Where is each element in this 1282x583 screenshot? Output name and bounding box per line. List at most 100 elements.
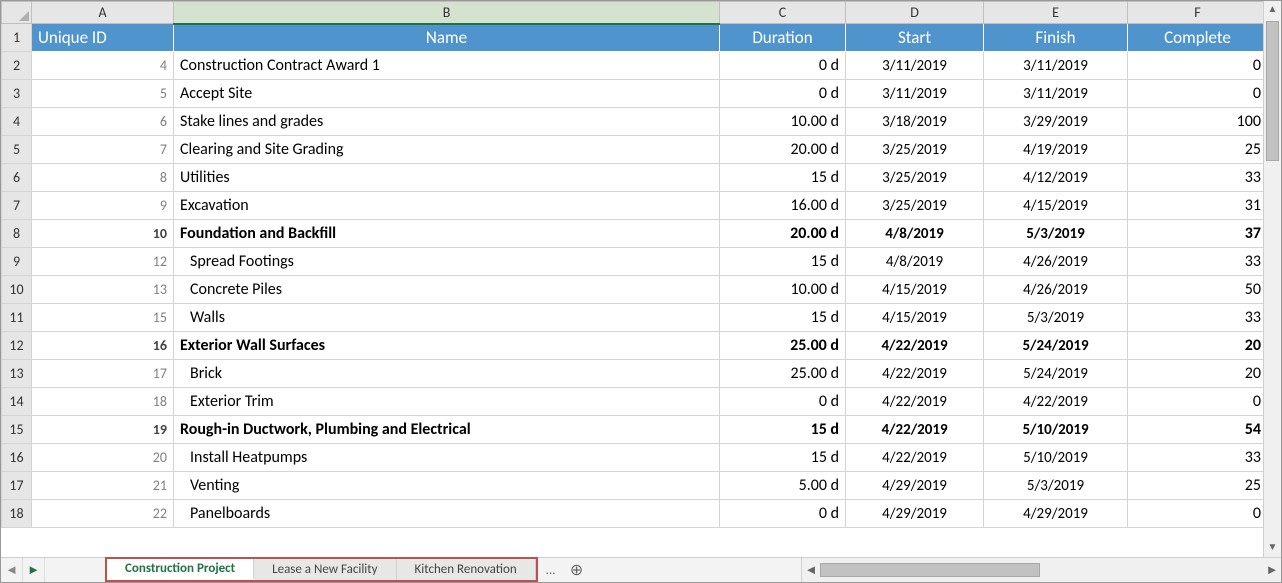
cell-unique-id[interactable]: 6 [32, 108, 174, 136]
cell-start[interactable]: 4/22/2019 [846, 360, 984, 388]
cell-complete[interactable]: 20 [1128, 332, 1264, 360]
cell-start[interactable]: 4/15/2019 [846, 276, 984, 304]
cell-name[interactable]: Concrete Piles [174, 276, 720, 304]
cell-name[interactable]: Panelboards [174, 500, 720, 528]
cell-duration[interactable]: 0 d [720, 80, 846, 108]
cell-complete[interactable]: 33 [1128, 248, 1264, 276]
row-header[interactable]: 14 [2, 388, 32, 416]
cell-finish[interactable]: 5/3/2019 [984, 472, 1128, 500]
cell-duration[interactable]: 16.00 d [720, 192, 846, 220]
cell-duration[interactable]: 0 d [720, 388, 846, 416]
cell-unique-id[interactable]: 21 [32, 472, 174, 500]
cell-unique-id[interactable]: 20 [32, 444, 174, 472]
header-start[interactable]: Start [846, 24, 984, 52]
cell-complete[interactable]: 25 [1128, 472, 1264, 500]
cell-finish[interactable]: 5/3/2019 [984, 220, 1128, 248]
cell-name[interactable]: Excavation [174, 192, 720, 220]
cell-start[interactable]: 4/22/2019 [846, 332, 984, 360]
cell-duration[interactable]: 5.00 d [720, 472, 846, 500]
cell-unique-id[interactable]: 7 [32, 136, 174, 164]
cell-finish[interactable]: 5/10/2019 [984, 416, 1128, 444]
cell-name[interactable]: Exterior Trim [174, 388, 720, 416]
cell-unique-id[interactable]: 18 [32, 388, 174, 416]
cell-unique-id[interactable]: 12 [32, 248, 174, 276]
cell-name[interactable]: Walls [174, 304, 720, 332]
col-header-F[interactable]: F [1128, 2, 1264, 24]
cell-name[interactable]: Accept Site [174, 80, 720, 108]
cell-name[interactable]: Venting [174, 472, 720, 500]
cell-start[interactable]: 3/11/2019 [846, 80, 984, 108]
cell-name[interactable]: Construction Contract Award 1 [174, 52, 720, 80]
header-finish[interactable]: Finish [984, 24, 1128, 52]
cell-finish[interactable]: 5/24/2019 [984, 332, 1128, 360]
vertical-scroll-thumb[interactable] [1266, 21, 1279, 161]
cell-start[interactable]: 3/11/2019 [846, 52, 984, 80]
tab-nav-prev-icon[interactable]: ◄ [1, 558, 23, 582]
scroll-right-icon[interactable]: ► [1263, 562, 1281, 578]
cell-duration[interactable]: 15 d [720, 164, 846, 192]
cell-name[interactable]: Utilities [174, 164, 720, 192]
add-sheet-icon[interactable]: ⊕ [564, 558, 590, 582]
cell-duration[interactable]: 15 d [720, 444, 846, 472]
cell-name[interactable]: Stake lines and grades [174, 108, 720, 136]
sheet-tab[interactable]: Lease a New Facility [254, 559, 396, 580]
cell-duration[interactable]: 20.00 d [720, 220, 846, 248]
row-header[interactable]: 15 [2, 416, 32, 444]
cell-start[interactable]: 3/25/2019 [846, 136, 984, 164]
col-header-C[interactable]: C [720, 2, 846, 24]
cell-unique-id[interactable]: 5 [32, 80, 174, 108]
header-duration[interactable]: Duration [720, 24, 846, 52]
cell-duration[interactable]: 10.00 d [720, 108, 846, 136]
horizontal-scrollbar[interactable]: ◄ ► [801, 558, 1281, 582]
cell-duration[interactable]: 15 d [720, 248, 846, 276]
cell-complete[interactable]: 33 [1128, 444, 1264, 472]
cell-finish[interactable]: 4/29/2019 [984, 500, 1128, 528]
cell-name[interactable]: Foundation and Backfill [174, 220, 720, 248]
cell-finish[interactable]: 4/26/2019 [984, 248, 1128, 276]
cell-start[interactable]: 3/18/2019 [846, 108, 984, 136]
cell-unique-id[interactable]: 19 [32, 416, 174, 444]
cell-complete[interactable]: 100 [1128, 108, 1264, 136]
cell-start[interactable]: 4/29/2019 [846, 472, 984, 500]
cell-duration[interactable]: 25.00 d [720, 332, 846, 360]
cell-complete[interactable]: 31 [1128, 192, 1264, 220]
cell-complete[interactable]: 54 [1128, 416, 1264, 444]
col-header-B[interactable]: B [174, 2, 720, 24]
cell-duration[interactable]: 20.00 d [720, 136, 846, 164]
cell-unique-id[interactable]: 13 [32, 276, 174, 304]
vertical-scrollbar[interactable]: ▲ ▼ [1263, 1, 1281, 557]
cell-finish[interactable]: 4/26/2019 [984, 276, 1128, 304]
cell-start[interactable]: 4/22/2019 [846, 444, 984, 472]
cell-duration[interactable]: 25.00 d [720, 360, 846, 388]
cell-start[interactable]: 4/22/2019 [846, 388, 984, 416]
cell-duration[interactable]: 0 d [720, 500, 846, 528]
cell-unique-id[interactable]: 16 [32, 332, 174, 360]
cell-name[interactable]: Clearing and Site Grading [174, 136, 720, 164]
cell-name[interactable]: Rough-in Ductwork, Plumbing and Electric… [174, 416, 720, 444]
row-header[interactable]: 16 [2, 444, 32, 472]
col-header-D[interactable]: D [846, 2, 984, 24]
row-header[interactable]: 17 [2, 472, 32, 500]
tab-overflow-icon[interactable]: ... [538, 558, 564, 582]
row-header[interactable]: 6 [2, 164, 32, 192]
cell-duration[interactable]: 10.00 d [720, 276, 846, 304]
cell-unique-id[interactable]: 4 [32, 52, 174, 80]
tab-nav-next-icon[interactable]: ► [23, 558, 45, 582]
row-header[interactable]: 13 [2, 360, 32, 388]
worksheet-grid[interactable]: A B C D E F 1 Unique ID Name Duration St… [1, 1, 1263, 557]
select-all-corner[interactable] [2, 2, 32, 24]
scroll-left-icon[interactable]: ◄ [802, 562, 820, 578]
row-header[interactable]: 3 [2, 80, 32, 108]
cell-unique-id[interactable]: 9 [32, 192, 174, 220]
cell-finish[interactable]: 5/24/2019 [984, 360, 1128, 388]
cell-name[interactable]: Exterior Wall Surfaces [174, 332, 720, 360]
cell-complete[interactable]: 0 [1128, 52, 1264, 80]
cell-finish[interactable]: 4/15/2019 [984, 192, 1128, 220]
cell-complete[interactable]: 33 [1128, 304, 1264, 332]
cell-complete[interactable]: 0 [1128, 500, 1264, 528]
cell-unique-id[interactable]: 8 [32, 164, 174, 192]
cell-complete[interactable]: 50 [1128, 276, 1264, 304]
cell-start[interactable]: 4/29/2019 [846, 500, 984, 528]
cell-finish[interactable]: 4/22/2019 [984, 388, 1128, 416]
cell-unique-id[interactable]: 17 [32, 360, 174, 388]
